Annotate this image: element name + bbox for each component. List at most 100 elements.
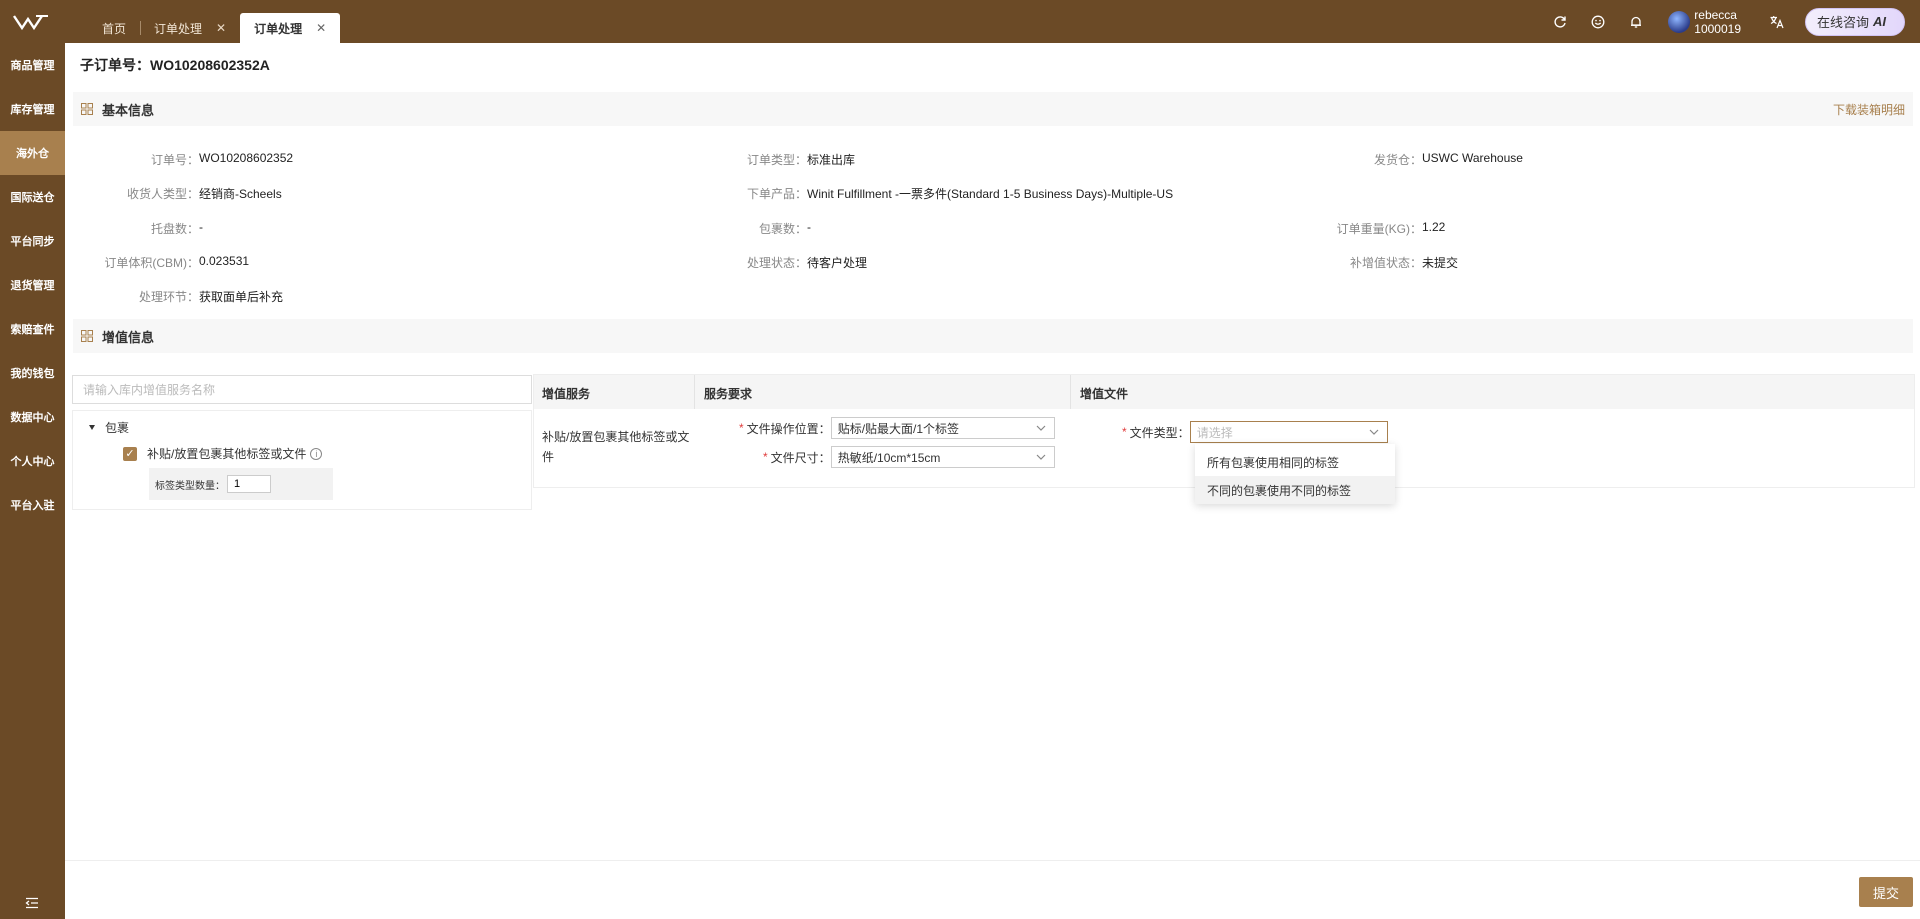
logo-icon[interactable] xyxy=(12,12,52,32)
info-label: 发货仓： xyxy=(1373,153,1422,167)
refresh-icon[interactable] xyxy=(1550,12,1570,32)
info-value: 未提交 xyxy=(1422,256,1459,270)
info-value: 经销商-Scheels xyxy=(199,187,282,201)
user-menu[interactable]: rebecca 1000019 xyxy=(1668,8,1741,36)
tree-item: ✓ 补贴/放置包裹其他标签或文件 i xyxy=(123,445,323,462)
sidebar-item-claims[interactable]: 索赔查件 xyxy=(0,307,65,351)
sidebar-item-platform-join[interactable]: 平台入驻 xyxy=(0,483,65,527)
menu-collapse-icon[interactable] xyxy=(24,895,40,911)
chevron-down-icon xyxy=(1369,429,1379,435)
tab-order-processing-active[interactable]: 订单处理 ✕ xyxy=(240,13,341,43)
required-mark: * xyxy=(739,421,744,435)
file-size-field: * 文件尺寸： 热敏纸/10cm*15cm xyxy=(763,446,1055,468)
page-title: 子订单号：WO10208602352A xyxy=(80,57,270,73)
info-label: 订单类型： xyxy=(746,153,807,167)
info-row: 收货人类型： 经销商-Scheels 下单产品： Winit Fulfillment… xyxy=(65,185,1920,205)
field-label: 文件类型： xyxy=(1129,425,1190,440)
tree-node-label: 包裹 xyxy=(105,421,130,435)
info-label: 订单重量(KG)： xyxy=(1336,222,1422,236)
vas-search-input[interactable] xyxy=(72,375,532,404)
user-name: rebecca xyxy=(1694,7,1737,22)
tab-order-processing[interactable]: 订单处理 ✕ xyxy=(140,13,240,43)
ai-consult-button[interactable]: 在线咨询 AI xyxy=(1805,7,1905,36)
op-position-select[interactable]: 贴标/贴最大面/1个标签 xyxy=(830,417,1055,439)
sidebar-item-personal[interactable]: 个人中心 xyxy=(0,439,65,483)
column-divider xyxy=(694,375,695,409)
column-divider xyxy=(1070,375,1071,409)
grid-icon xyxy=(81,103,93,115)
ai-consult-label: 在线咨询 xyxy=(1817,15,1870,30)
info-value: 获取面单后补充 xyxy=(199,290,284,304)
column-header: 服务要求 xyxy=(704,387,753,401)
user-id: 1000019 xyxy=(1694,21,1741,36)
submit-button[interactable]: 提交 xyxy=(1859,877,1913,907)
file-type-dropdown: 所有包裹使用相同的标签 不同的包裹使用不同的标签 xyxy=(1195,444,1395,504)
download-packing-list-link[interactable]: 下载装箱明细 xyxy=(1833,101,1905,118)
chevron-down-icon xyxy=(1036,454,1046,460)
field-label: 文件尺寸： xyxy=(770,450,831,465)
section-title: 基本信息 xyxy=(102,102,155,118)
header-actions: rebecca 1000019 在线咨询 AI xyxy=(1550,0,1920,43)
tab-label: 首页 xyxy=(102,21,127,36)
sidebar-item-wallet[interactable]: 我的钱包 xyxy=(0,351,65,395)
label-qty-row: 标签类型数量： xyxy=(149,468,333,500)
sidebar-item-platform-sync[interactable]: 平台同步 xyxy=(0,219,65,263)
info-label: 订单号： xyxy=(150,153,199,167)
field-label: 文件操作位置： xyxy=(746,421,831,436)
label-qty-input[interactable] xyxy=(227,475,271,493)
info-label: 下单产品： xyxy=(746,187,807,201)
info-value: USWC Warehouse xyxy=(1422,151,1523,165)
info-row: 托盘数： - 包裹数： - 订单重量(KG)： 1.22 xyxy=(65,220,1920,240)
info-value: - xyxy=(199,220,203,234)
info-value: 1.22 xyxy=(1422,220,1446,234)
tree-item-label: 补贴/放置包裹其他标签或文件 xyxy=(147,447,307,461)
sidebar-item-product[interactable]: 商品管理 xyxy=(0,43,65,87)
sidebar-item-overseas-warehouse[interactable]: 海外仓 xyxy=(0,131,65,175)
info-label: 补增值状态： xyxy=(1349,256,1422,270)
tab-label: 订单处理 xyxy=(154,21,203,36)
info-row: 处理环节： 获取面单后补充 xyxy=(65,288,1920,308)
smile-icon[interactable] xyxy=(1588,12,1608,32)
info-row: 订单体积(CBM)： 0.023531 处理状态： 待客户处理 补增值状态： 未提交 xyxy=(65,254,1920,274)
info-value: 标准出库 xyxy=(807,153,856,167)
select-placeholder: 请选择 xyxy=(1196,425,1233,440)
tree-node-package[interactable]: 包裹 xyxy=(89,419,129,436)
required-mark: * xyxy=(1122,425,1127,439)
column-header: 增值服务 xyxy=(542,387,591,401)
info-label: 收货人类型： xyxy=(126,187,199,201)
dropdown-option[interactable]: 不同的包裹使用不同的标签 xyxy=(1195,476,1395,504)
grid-icon xyxy=(81,330,93,342)
close-icon[interactable]: ✕ xyxy=(216,21,226,35)
chevron-down-icon xyxy=(1036,425,1046,431)
select-value: 热敏纸/10cm*15cm xyxy=(837,450,941,465)
service-name: 补贴/放置包裹其他标签或文件 xyxy=(542,430,690,464)
select-value: 贴标/贴最大面/1个标签 xyxy=(837,421,960,436)
info-value: Winit Fulfillment -一票多件(Standard 1-5 Bus… xyxy=(807,187,1174,201)
sidebar-item-inventory[interactable]: 库存管理 xyxy=(0,87,65,131)
file-type-select[interactable]: 请选择 xyxy=(1189,421,1388,443)
info-label: 包裹数： xyxy=(758,222,807,236)
table-header: 增值服务 服务要求 增值文件 xyxy=(534,375,1914,409)
checkbox-checked[interactable]: ✓ xyxy=(123,446,137,461)
section-title: 增值信息 xyxy=(102,329,155,345)
top-bar: 首页 订单处理 ✕ 订单处理 ✕ rebecca 1000019 在线咨询 AI xyxy=(0,0,1920,43)
required-mark: * xyxy=(763,450,768,464)
info-row: 订单号： WO10208602352 订单类型： 标准出库 发货仓： USWC War… xyxy=(65,151,1920,171)
sidebar-item-returns[interactable]: 退货管理 xyxy=(0,263,65,307)
translate-icon[interactable] xyxy=(1767,12,1787,32)
bell-icon[interactable] xyxy=(1626,12,1646,32)
sidebar-item-data-center[interactable]: 数据中心 xyxy=(0,395,65,439)
info-icon[interactable]: i xyxy=(310,447,323,460)
caret-down-icon[interactable] xyxy=(89,425,95,430)
tab-home[interactable]: 首页 xyxy=(88,13,140,43)
tab-bar: 首页 订单处理 ✕ 订单处理 ✕ xyxy=(88,13,341,43)
sidebar-item-intl-delivery[interactable]: 国际送仓 xyxy=(0,175,65,219)
file-size-select[interactable]: 热敏纸/10cm*15cm xyxy=(830,446,1055,468)
info-label: 处理状态： xyxy=(746,256,807,270)
dropdown-option[interactable]: 所有包裹使用相同的标签 xyxy=(1195,448,1395,476)
basic-info-header: 基本信息 下载装箱明细 xyxy=(73,92,1913,126)
info-value: 0.023531 xyxy=(199,254,250,268)
close-icon[interactable]: ✕ xyxy=(316,21,326,35)
info-value: - xyxy=(807,220,811,234)
ai-badge: AI xyxy=(1873,14,1887,29)
